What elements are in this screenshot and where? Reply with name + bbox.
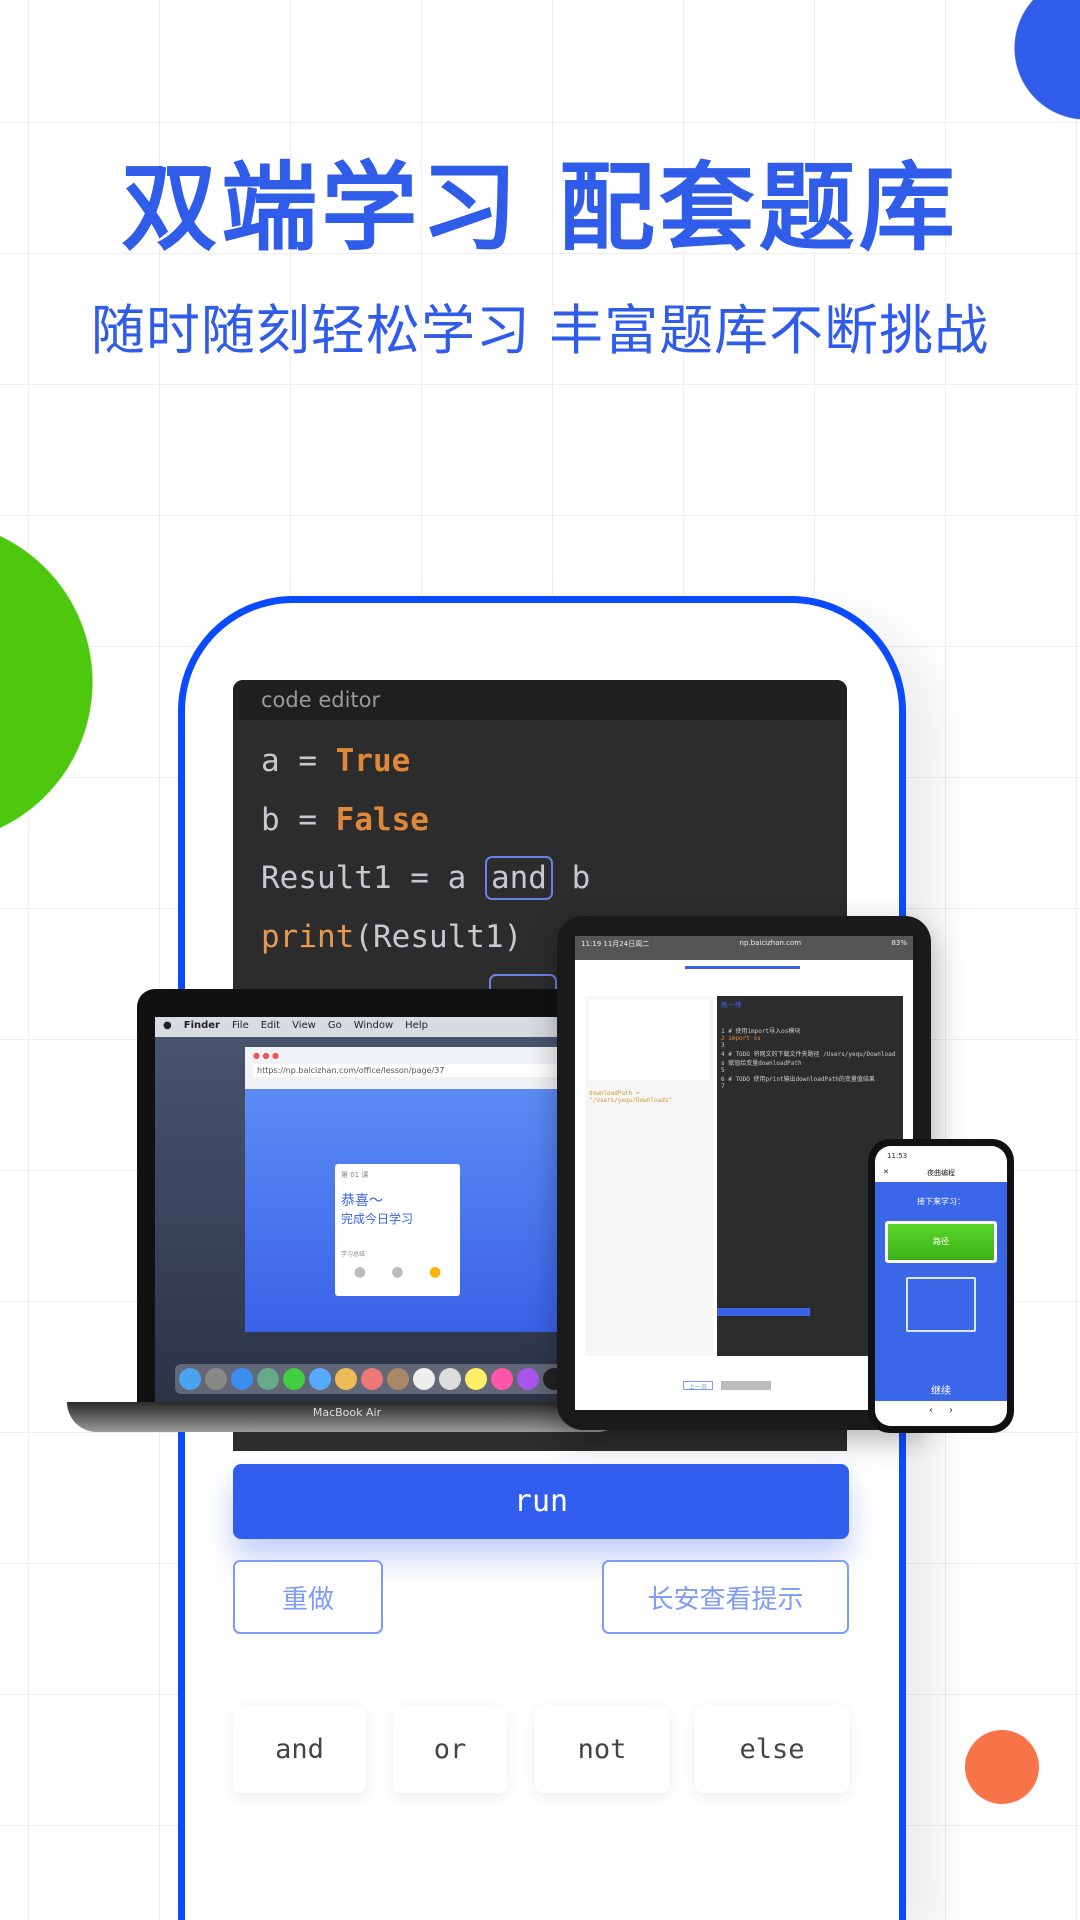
decor-blue-circle [1014,0,1080,120]
tablet-next-button [721,1381,771,1390]
window-controls-icon: ● ● ● [253,1051,280,1060]
phone-mockup: 11:53 ✕ 夜曲编程 接下来学习： 路径 继续 ‹ › [868,1139,1014,1433]
keyword-else-button[interactable]: else [695,1706,849,1793]
tablet-lesson-panel: downloadPath = "/Users/yequ/Downloads" [585,996,713,1356]
laptop-label: MacBook Air [312,1406,382,1419]
code-line: 6 # TODO 使用print输出downloadPath的变量值结果 [721,1076,875,1083]
code-text: b [552,860,591,896]
code-line: s 赋值给变量downloadPath [721,1060,802,1067]
decor-green-circle [0,520,93,845]
redo-button[interactable]: 重做 [233,1560,383,1634]
summary-label: 学习总结 [341,1251,366,1258]
code-keyword: True [335,743,411,779]
apple-icon: ● [163,1020,172,1031]
keyword-not-button[interactable]: not [535,1706,669,1793]
lesson-card: 第 01 课 恭喜～ 完成今日学习 学习总结 ● ● ● [335,1164,460,1296]
code-function: print [261,919,355,955]
menu-item: View [292,1020,316,1031]
panel-title: 练一练 [721,1001,742,1009]
code-line: 4 # TODO 将网文的下载文件夹路径 /Users/yequ/Downloa… [721,1051,896,1058]
page-title: 双端学习 配套题库 [121,152,959,264]
mac-menubar: ● Finder File Edit View Go Window Help [155,1017,597,1037]
lesson-label: 第 01 课 [341,1171,369,1179]
code-blank-filled[interactable]: and [484,856,553,900]
menu-item: Window [353,1020,394,1031]
tablet-status-time: 11:19 11月24日周二 [581,940,650,948]
emoji-icon: ● [391,1264,404,1280]
code-text: b = [261,802,336,838]
congrats-text: 恭喜～ [341,1193,383,1209]
phone-topic-card: 路径 [885,1221,997,1263]
browser-url: https://np.baicizhan.com/office/lesson/p… [253,1064,597,1077]
decor-orange-circle [965,1730,1039,1804]
code-text: Result1 = a [261,860,485,896]
emoji-icon: ● [429,1264,442,1280]
laptop-mockup: ● Finder File Edit View Go Window Help ●… [137,989,617,1404]
code-text: (Result1) [354,919,523,955]
phone-continue-button: 继续 [875,1378,1007,1401]
phone-app-title: 夜曲编程 [927,1169,955,1177]
code-line: 5 [721,1067,725,1074]
page-subtitle: 随时随刻轻松学习 丰富题库不断挑战 [90,299,990,362]
editor-title: code editor [233,680,847,720]
code-keyword: False [335,802,429,838]
code-line: b = False [261,802,429,838]
keyword-and-button[interactable]: and [233,1706,366,1793]
code-line: Result1 = a and b [261,856,591,900]
code-line: 3 [721,1042,725,1049]
close-icon: ✕ [883,1168,889,1176]
tablet-prev-button: 上一页 [683,1381,713,1391]
tablet-battery: 83% [891,939,907,947]
menu-item: Go [327,1020,342,1031]
code-line: print(Result1) [261,919,522,955]
done-text: 完成今日学习 [341,1212,414,1226]
chevron-right-icon: › [948,1405,953,1416]
code-line: 7 [721,1083,725,1090]
tablet-progress-bar [685,966,800,969]
browser-window: ● ● ● https://np.baicizhan.com/office/les… [245,1047,597,1332]
phone-topic: 路径 [933,1237,949,1246]
illustration [906,1277,976,1332]
code-line: 2 import os [721,1035,761,1042]
menu-item: Finder [183,1020,220,1031]
laptop-base: MacBook Air [67,1402,627,1432]
tablet-url: np.baicizhan.com [739,939,802,947]
menu-item: Help [405,1020,428,1031]
run-button[interactable]: run [233,1464,849,1539]
hint-button[interactable]: 长安查看提示 [602,1560,849,1634]
mac-dock [175,1364,595,1394]
menu-item: File [231,1020,249,1031]
phone-next-label: 接下来学习： [917,1197,965,1206]
code-text: a = [261,743,336,779]
chevron-left-icon: ‹ [929,1405,934,1416]
code-line: 1 # 使用import导入os模块 [721,1028,801,1035]
phone-time: 11:53 [887,1152,908,1160]
keyword-or-button[interactable]: or [393,1706,507,1793]
code-line: a = True [261,743,410,779]
emoji-icon: ● [353,1264,366,1280]
menu-item: Edit [260,1020,281,1031]
